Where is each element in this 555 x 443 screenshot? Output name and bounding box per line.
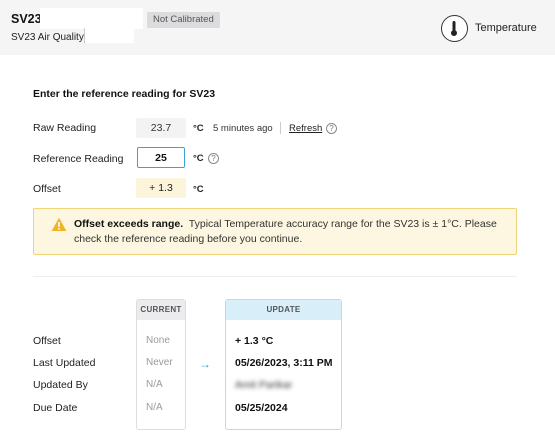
section-title: Enter the reference reading for SV23 [33,88,216,100]
divider [33,276,517,277]
device-name: SV23 [11,12,42,26]
help-icon[interactable]: ? [326,123,337,134]
compare-label-due-date: Due Date [33,402,78,414]
redacted-area [40,8,143,29]
reference-reading-label: Reference Reading [33,153,124,165]
raw-reading-value: 23.7 [136,118,186,138]
offset-unit: °C [193,184,204,195]
raw-reading-unit: °C [193,123,204,134]
update-updated-by: Amit Parikar [235,379,293,391]
update-due-date: 05/25/2024 [235,402,288,414]
separator [280,122,281,134]
compare-label-updated-by: Updated By [33,379,88,391]
device-header: SV23 SV23 Air Quality Not Calibrated Tem… [0,0,555,55]
compare-label-last-updated: Last Updated [33,357,96,369]
reading-age: 5 minutes ago [213,123,273,134]
compare-label-offset: Offset [33,335,61,347]
offset-label: Offset [33,183,61,195]
update-last-updated: 05/26/2023, 3:11 PM [235,357,333,369]
raw-reading-label: Raw Reading [33,122,97,134]
update-header: UPDATE [226,300,341,320]
refresh-link[interactable]: Refresh [289,123,322,134]
warning-title: Offset exceeds range. [74,218,184,230]
arrow-right-icon: → [199,357,211,371]
warning-text: Offset exceeds range. Typical Temperatur… [74,217,506,247]
warning-banner: Offset exceeds range. Typical Temperatur… [33,208,517,255]
current-header: CURRENT [137,300,185,320]
reference-reading-unit: °C [193,153,204,164]
warning-icon [51,217,67,231]
update-offset: + 1.3 °C [235,335,274,347]
status-badge: Not Calibrated [147,12,220,28]
reference-reading-input[interactable]: 25 [137,147,185,168]
current-offset: None [146,335,170,346]
redacted-area [84,28,134,43]
sensor-label: Temperature [475,22,537,34]
thermometer-icon [441,15,468,42]
current-updated-by: N/A [146,379,163,390]
device-subtitle: SV23 Air Quality [11,32,84,43]
current-last-updated: Never [146,357,173,368]
offset-value: + 1.3 [136,178,186,198]
current-due-date: N/A [146,402,163,413]
help-icon[interactable]: ? [208,153,219,164]
